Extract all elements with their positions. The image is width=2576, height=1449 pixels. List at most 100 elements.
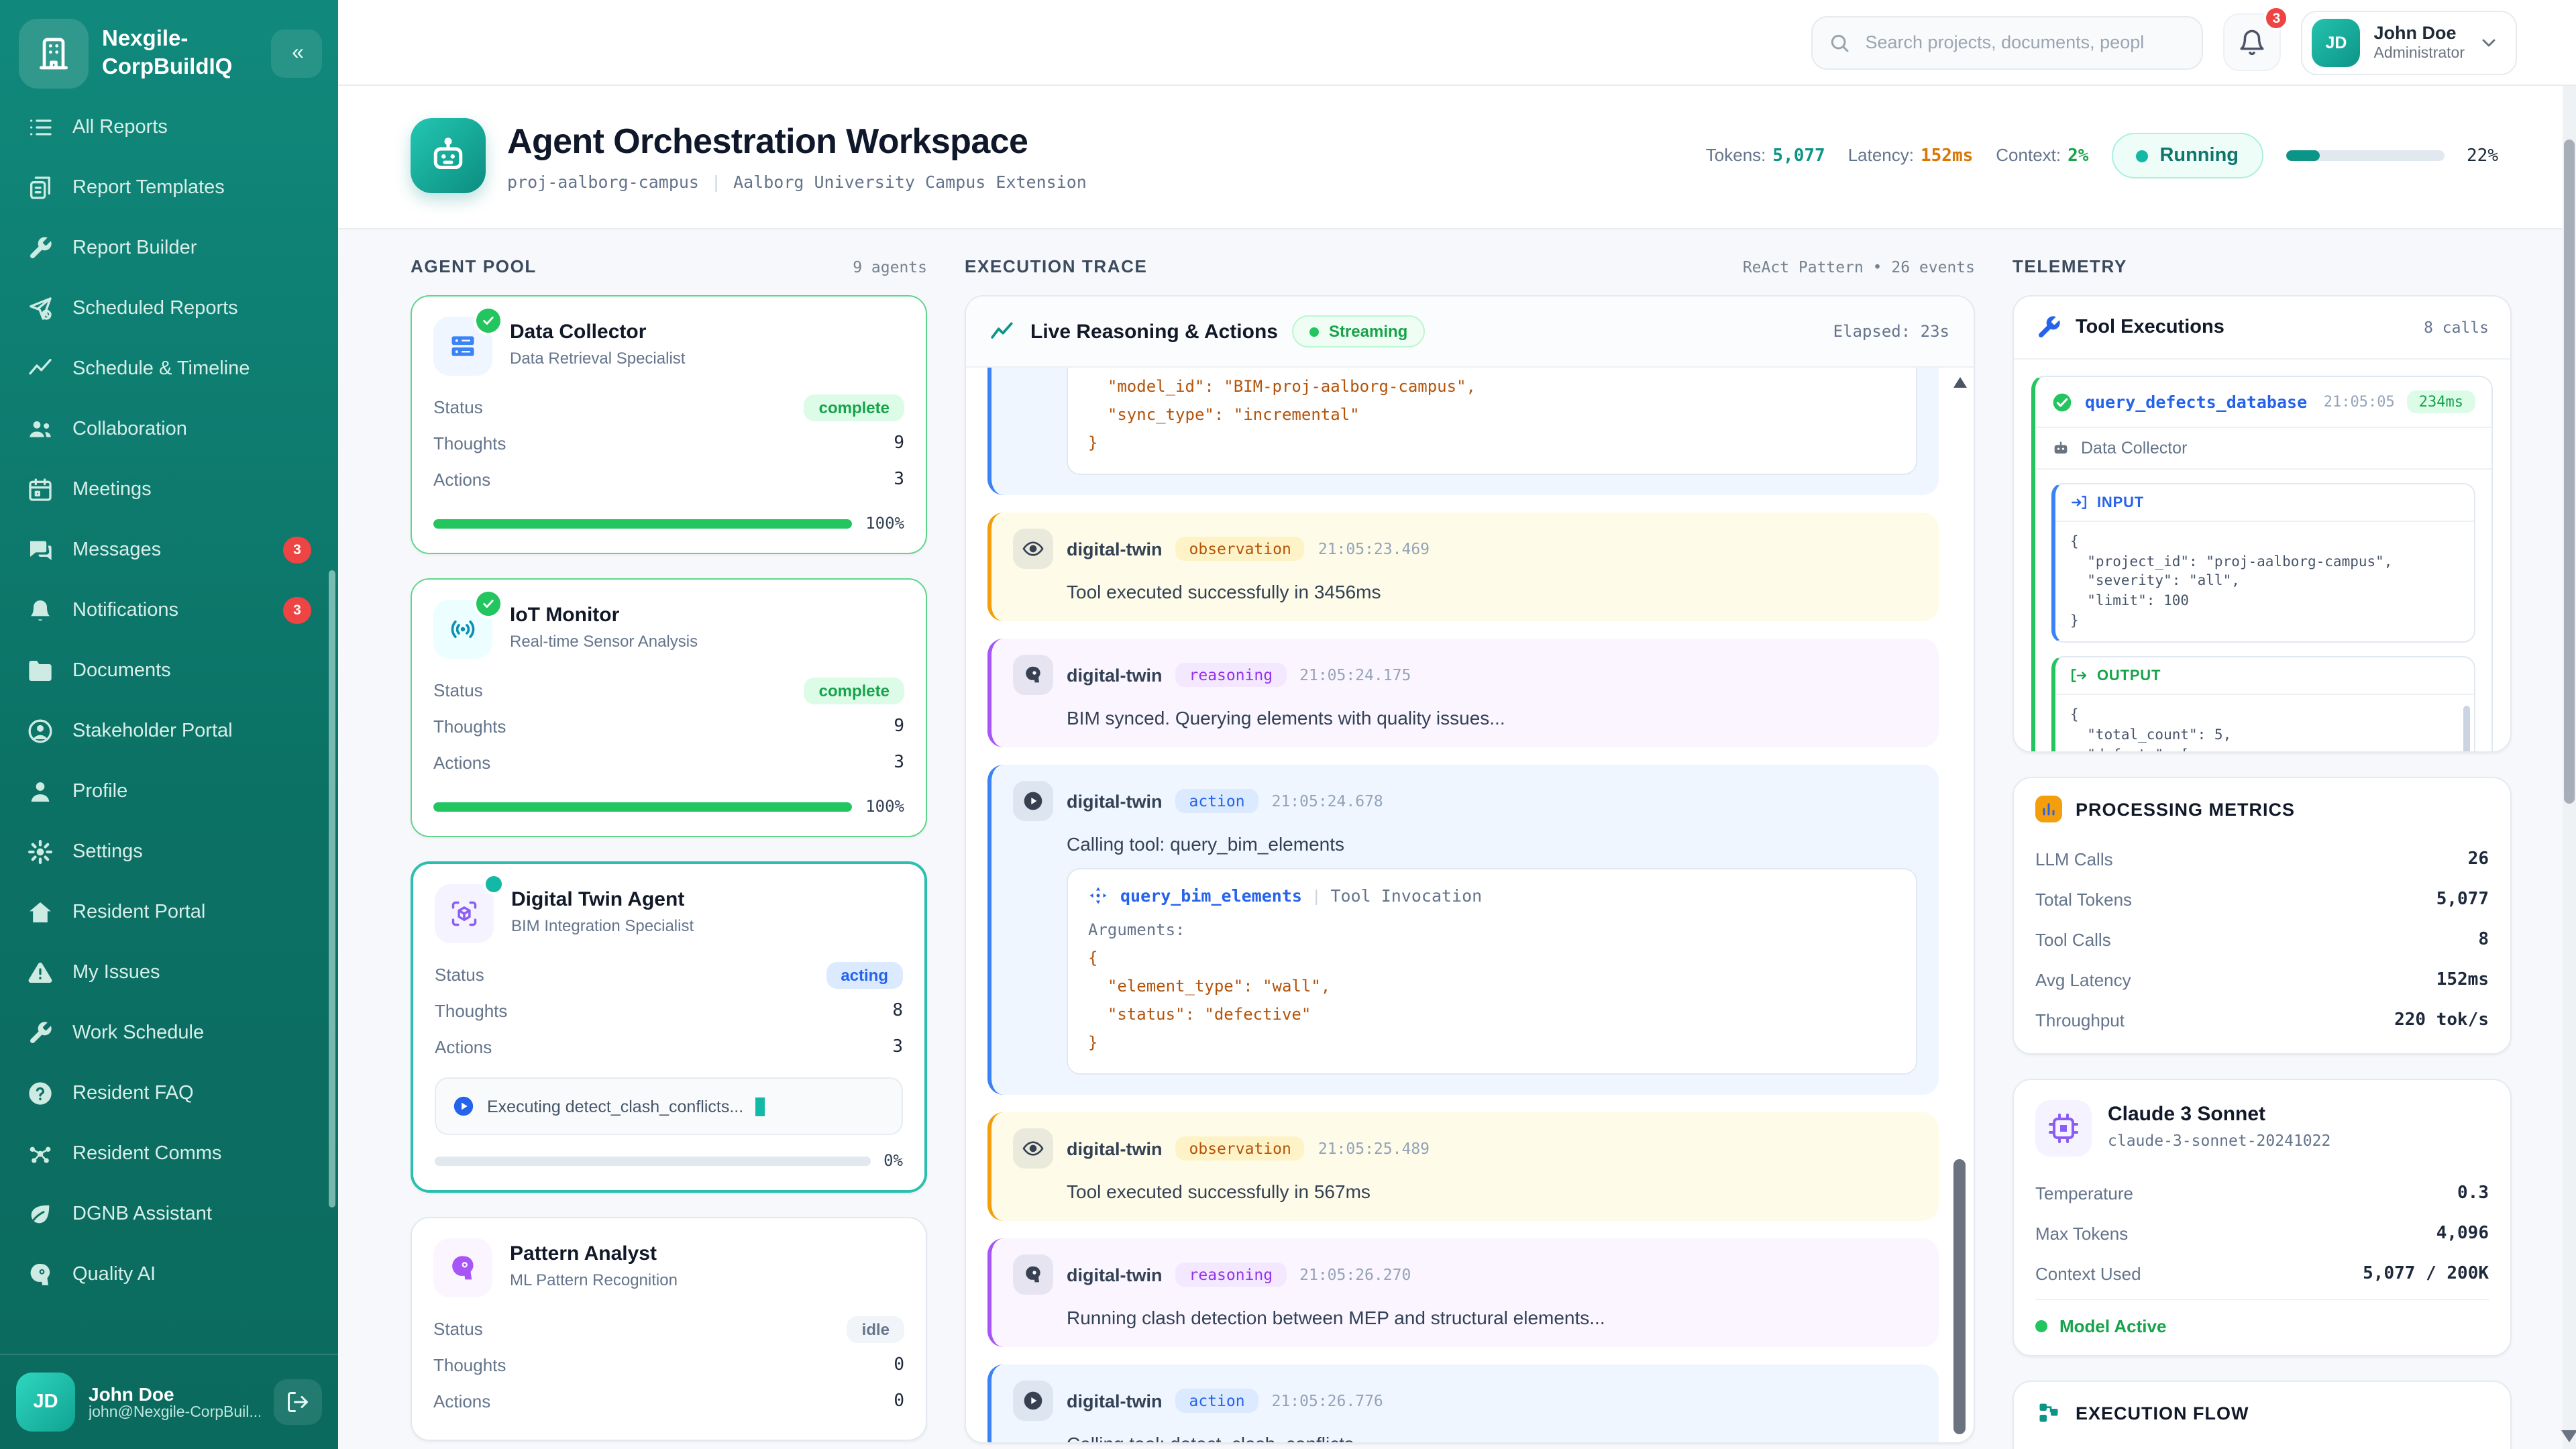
sidebar-item-collaboration[interactable]: Collaboration xyxy=(13,398,325,459)
scroll-up-arrow[interactable] xyxy=(1953,377,1967,388)
output-label: OUTPUT xyxy=(2097,668,2161,684)
sidebar-item-label: Documents xyxy=(72,659,171,681)
sidebar-item-label: Scheduled Reports xyxy=(72,297,238,319)
sidebar-item-label: Resident FAQ xyxy=(72,1082,194,1104)
user-menu[interactable]: JD John Doe Administrator xyxy=(2302,10,2518,74)
sidebar-user-info: John Doe john@Nexgile-CorpBuil... xyxy=(89,1383,260,1421)
event-time: 21:05:26.776 xyxy=(1272,1391,1383,1410)
topbar: 3 JD John Doe Administrator xyxy=(338,0,2576,86)
search-input[interactable] xyxy=(1863,31,2186,54)
list-icon xyxy=(27,113,54,140)
page-scrollbar-thumb[interactable] xyxy=(2564,140,2575,804)
trace-event-observation: digital-twin observation 21:05:23.469 To… xyxy=(987,513,1939,621)
people-icon xyxy=(27,415,54,442)
status-badge: Running xyxy=(2111,133,2263,178)
check-badge-icon xyxy=(474,589,503,619)
latency-stat: Latency:152ms xyxy=(1848,145,1974,166)
telemetry-column: TELEMETRY Tool Executions 8 calls xyxy=(2012,256,2512,1449)
agent-role: ML Pattern Recognition xyxy=(510,1271,678,1289)
sidebar-item-notifications[interactable]: Notifications 3 xyxy=(13,580,325,640)
event-time: 21:05:25.489 xyxy=(1318,1139,1430,1158)
sidebar-item-resident-comms[interactable]: Resident Comms xyxy=(13,1123,325,1183)
event-time: 21:05:23.469 xyxy=(1318,539,1430,558)
calendar-icon xyxy=(27,476,54,502)
card-title: Tool Executions xyxy=(2076,317,2224,338)
user-menu-text: John Doe Administrator xyxy=(2374,23,2465,62)
trend-icon xyxy=(27,355,54,382)
trace-event-action-partial: Arguments: { "model_id": "BIM-proj-aalbo… xyxy=(987,368,1939,495)
sidebar-item-resident-portal[interactable]: Resident Portal xyxy=(13,881,325,942)
scroll-down-arrow[interactable] xyxy=(2561,1430,2576,1442)
tool-executions-card: Tool Executions 8 calls query_defects_da… xyxy=(2012,295,2512,753)
model-id: claude-3-sonnet-20241022 xyxy=(2108,1131,2330,1150)
sidebar-item-messages[interactable]: Messages 3 xyxy=(13,519,325,580)
streaming-badge: Streaming xyxy=(1293,315,1425,347)
metric-row: LLM Calls26 xyxy=(2014,839,2510,879)
output-box: OUTPUT { "total_count": 5, "defects": [ … xyxy=(2051,657,2475,751)
sidebar-item-scheduled-reports[interactable]: Scheduled Reports xyxy=(13,278,325,338)
sidebar-item-work-schedule[interactable]: Work Schedule xyxy=(13,1002,325,1063)
agent-name: Digital Twin Agent xyxy=(511,888,694,911)
agent-card-pattern-analyst[interactable]: Pattern Analyst ML Pattern Recognition S… xyxy=(411,1217,927,1441)
tool-execution-entry[interactable]: query_defects_database 21:05:05 234ms Da… xyxy=(2031,376,2493,751)
sidebar-item-schedule-timeline[interactable]: Schedule & Timeline xyxy=(13,338,325,398)
event-text: Tool executed successfully in 3456ms xyxy=(1067,581,1917,602)
agent-status-pill: complete xyxy=(804,677,904,704)
tool-invocation-box: Arguments: { "model_id": "BIM-proj-aalbo… xyxy=(1067,368,1917,475)
agent-pool-meta: 9 agents xyxy=(853,258,927,276)
thoughts-count: 0 xyxy=(894,1355,904,1375)
cpu-icon xyxy=(2035,1100,2092,1157)
tool-arguments-json: { "element_type": "wall", "status": "def… xyxy=(1088,945,1896,1057)
event-type-tag: reasoning xyxy=(1176,1263,1287,1287)
sidebar-collapse-button[interactable]: « xyxy=(271,30,322,78)
output-scrollbar-thumb[interactable] xyxy=(2463,706,2470,751)
tool-name-link[interactable]: query_defects_database xyxy=(2085,392,2307,412)
agent-card-iot-monitor[interactable]: IoT Monitor Real-time Sensor Analysis St… xyxy=(411,578,927,837)
sidebar-item-profile[interactable]: Profile xyxy=(13,761,325,821)
sidebar-item-my-issues[interactable]: My Issues xyxy=(13,942,325,1002)
sidebar: Nexgile-CorpBuildIQ « All Reports Report… xyxy=(0,0,338,1449)
gear-icon xyxy=(27,838,54,865)
sidebar-item-settings[interactable]: Settings xyxy=(13,821,325,881)
sidebar-item-label: Notifications xyxy=(72,599,178,621)
sidebar-item-quality-ai[interactable]: Quality AI xyxy=(13,1244,325,1304)
sidebar-item-stakeholder-portal[interactable]: Stakeholder Portal xyxy=(13,700,325,761)
input-json: { "project_id": "proj-aalborg-campus", "… xyxy=(2055,522,2474,642)
sidebar-item-all-reports[interactable]: All Reports xyxy=(13,107,325,157)
sidebar-item-resident-faq[interactable]: Resident FAQ xyxy=(13,1063,325,1123)
agent-card-data-collector[interactable]: Data Collector Data Retrieval Specialist… xyxy=(411,295,927,554)
model-row: Max Tokens4,096 xyxy=(2014,1213,2510,1253)
tokens-stat: Tokens:5,077 xyxy=(1706,145,1825,166)
sidebar-item-dgnb-assistant[interactable]: DGNB Assistant xyxy=(13,1183,325,1244)
sidebar-scrollbar[interactable] xyxy=(329,570,335,1208)
event-type-tag: observation xyxy=(1176,537,1305,561)
trace-scrollbar[interactable] xyxy=(1952,374,1968,1437)
robot-icon xyxy=(411,118,486,193)
executing-agent: Data Collector xyxy=(2081,439,2187,458)
agent-role: Real-time Sensor Analysis xyxy=(510,632,698,651)
sidebar-item-report-builder[interactable]: Report Builder xyxy=(13,217,325,278)
actions-count: 3 xyxy=(892,1037,903,1057)
trace-scrollbar-thumb[interactable] xyxy=(1953,1159,1966,1434)
page-scrollbar[interactable] xyxy=(2563,86,2576,1449)
project-id: proj-aalborg-campus xyxy=(507,171,699,191)
agent-card-digital-twin[interactable]: Digital Twin Agent BIM Integration Speci… xyxy=(411,861,927,1193)
event-type-tag: reasoning xyxy=(1176,663,1287,687)
search-icon xyxy=(1829,32,1851,53)
sidebar-item-meetings[interactable]: Meetings xyxy=(13,459,325,519)
logout-icon[interactable] xyxy=(274,1379,322,1425)
chat-icon xyxy=(27,536,54,563)
eye-icon xyxy=(1013,1128,1053,1169)
agent-progress: 0% xyxy=(435,1151,903,1170)
notifications-button[interactable]: 3 xyxy=(2224,13,2282,71)
thoughts-count: 9 xyxy=(894,433,904,453)
sidebar-item-label: Quality AI xyxy=(72,1263,156,1285)
sidebar-item-report-templates[interactable]: Report Templates xyxy=(13,157,325,217)
avatar: JD xyxy=(2312,18,2361,66)
sidebar-item-documents[interactable]: Documents xyxy=(13,640,325,700)
tools-icon xyxy=(27,234,54,261)
network-icon xyxy=(27,1140,54,1167)
tool-name-link[interactable]: query_bim_elements xyxy=(1120,885,1302,906)
agent-name: Data Collector xyxy=(510,321,685,343)
head-gear-icon xyxy=(433,1238,492,1297)
